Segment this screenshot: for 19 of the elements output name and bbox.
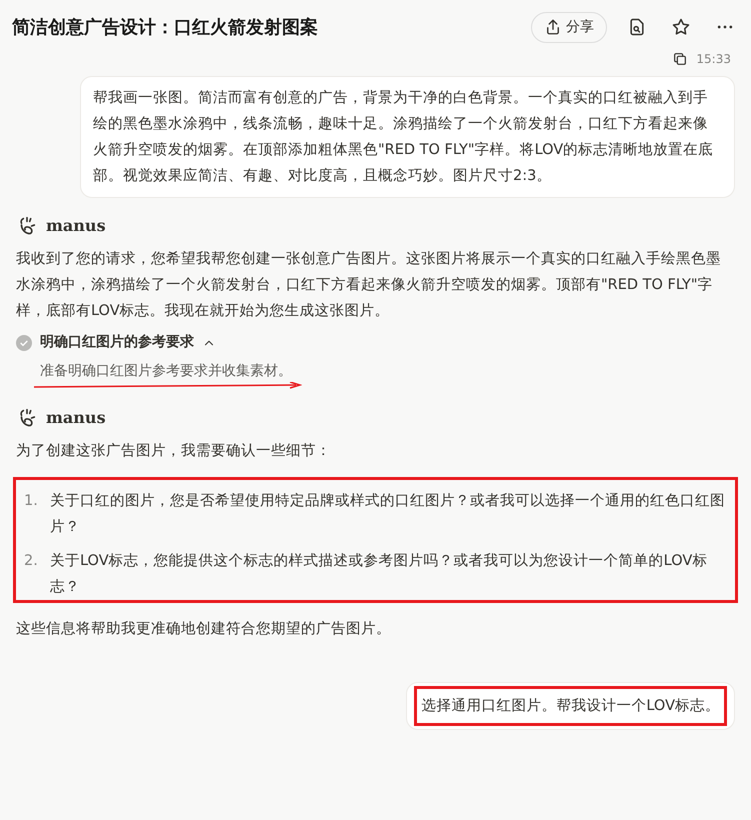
user-message-text: 帮我画一张图。简洁而富有创意的广告，背景为干净的白色背景。一个真实的口红被融入到手绘的黑色墨水涂鸦中，线条流畅，趣味十足。涂鸦描绘了一个火箭发射台，口红下方看起来像火箭升空喷发的烟雾。在顶部添加粗体黑色"RED TO FLY"字样。将LOV的标志清晰地放置在底部。视觉效果应简洁、有趣、对比度高，且概念巧妙。图片尺寸2:3。 <box>93 88 714 186</box>
assistant-name: manus <box>46 215 106 237</box>
list-item-text: 关于口红的图片，您是否希望使用特定品牌或样式的口红图片？或者我可以选择一个通用的红色口红图片？ <box>50 492 726 537</box>
message-paragraph: 我收到了您的请求，您希望我帮您创建一张创意广告图片。这张图片将展示一个真实的口红融入手绘黑色墨水涂鸦中，涂鸦描绘了一个火箭发射台，口红下方看起来像火箭升空喷发的烟雾。顶部有"RED TO FLY"字样，底部有LOV标志。我现在就开始为您生成这张图片。 <box>16 250 722 321</box>
star-icon[interactable] <box>671 17 691 37</box>
message-paragraph: 这些信息将帮助我更准确地创建符合您期望的广告图片。 <box>16 620 392 639</box>
step-detail: 准备明确口红图片参考要求并收集素材。 <box>40 362 293 381</box>
list-number: 2. <box>24 552 39 571</box>
share-button[interactable]: 分享 <box>531 12 607 42</box>
list-number: 1. <box>24 492 39 511</box>
copy-icon[interactable] <box>672 51 688 67</box>
message-time: 15:33 <box>696 51 731 68</box>
share-icon <box>544 18 562 36</box>
list-item-text: 关于LOV标志，您能提供这个标志的样式描述或参考图片吗？或者我可以为您设计一个简单的LOV标志？ <box>50 552 708 597</box>
message-paragraph: 为了创建这张广告图片，我需要确认一些细节： <box>16 442 332 461</box>
step-title: 明确口红图片的参考要求 <box>40 333 194 352</box>
user-message-text: 选择通用口红图片。帮我设计一个LOV标志。 <box>417 689 724 723</box>
chat-title: 简洁创意广告设计：口红火箭发射图案 <box>12 16 318 40</box>
assistant-name: manus <box>46 407 106 429</box>
